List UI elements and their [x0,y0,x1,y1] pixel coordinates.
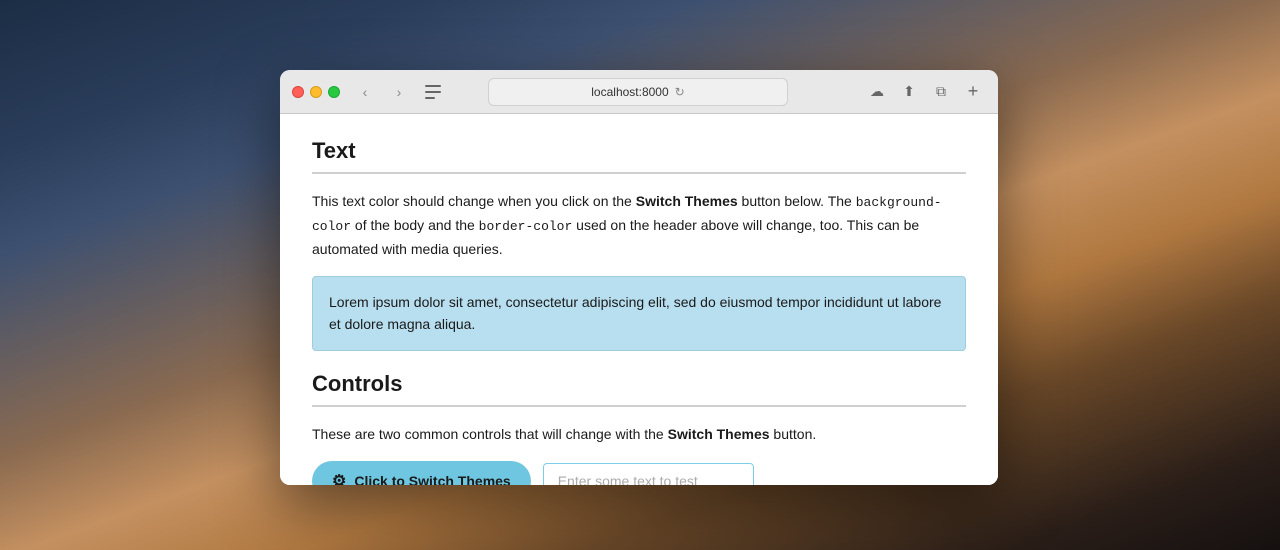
desc-part1: This text color should change when you c… [312,193,636,209]
desc-part2: button below. The [738,193,856,209]
text-section-title: Text [312,138,966,164]
url-text: localhost:8000 [591,85,668,99]
controls-section-divider [312,405,966,407]
plus-icon: + [968,81,979,102]
cloud-button[interactable]: ☁ [864,79,890,105]
maximize-button[interactable] [328,86,340,98]
gear-icon: ⚙ [332,471,346,485]
share-button[interactable]: ⬆ [896,79,922,105]
back-icon: ‹ [363,84,368,100]
minimize-button[interactable] [310,86,322,98]
text-section-description: This text color should change when you c… [312,190,966,260]
browser-toolbar: ‹ › localhost:8000 ↻ ☁ ⬆ ⧉ [280,70,998,114]
sidebar-toggle-button[interactable] [420,79,446,105]
tab-icon: ⧉ [936,83,946,100]
tab-overview-button[interactable]: ⧉ [928,79,954,105]
controls-row: ⚙ Click to Switch Themes [312,461,966,485]
lorem-ipsum-box: Lorem ipsum dolor sit amet, consectetur … [312,276,966,351]
forward-icon: › [397,84,402,100]
switch-themes-label: Click to Switch Themes [354,473,510,485]
share-icon: ⬆ [903,83,915,100]
new-tab-button[interactable]: + [960,79,986,105]
controls-section-description: These are two common controls that will … [312,423,966,445]
desc-part3: of the body and the [351,217,479,233]
text-section: Text This text color should change when … [312,138,966,351]
back-button[interactable]: ‹ [352,79,378,105]
test-text-input[interactable] [543,463,754,485]
toolbar-right: ☁ ⬆ ⧉ + [864,79,986,105]
switch-themes-button[interactable]: ⚙ Click to Switch Themes [312,461,531,485]
ctrl-desc-part1: These are two common controls that will … [312,426,668,442]
reload-button[interactable]: ↻ [675,85,685,99]
close-button[interactable] [292,86,304,98]
lorem-text: Lorem ipsum dolor sit amet, consectetur … [329,294,941,332]
cloud-icon: ☁ [870,83,884,100]
ctrl-desc-part2: button. [770,426,817,442]
controls-section: Controls These are two common controls t… [312,371,966,485]
forward-button[interactable]: › [386,79,412,105]
ctrl-desc-bold: Switch Themes [668,426,770,442]
desc-code2: border-color [479,219,573,234]
page-content: Text This text color should change when … [280,114,998,485]
browser-window: ‹ › localhost:8000 ↻ ☁ ⬆ ⧉ [280,70,998,485]
desc-bold1: Switch Themes [636,193,738,209]
controls-section-title: Controls [312,371,966,397]
address-bar[interactable]: localhost:8000 ↻ [488,78,788,106]
traffic-lights [292,86,340,98]
text-section-divider [312,172,966,174]
